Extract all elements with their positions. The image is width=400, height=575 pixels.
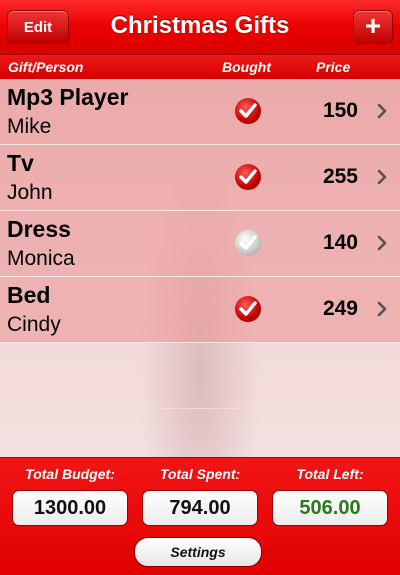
gift-price: 140 xyxy=(322,231,358,254)
column-header: Gift/Person Bought Price xyxy=(0,55,400,79)
gift-price: 249 xyxy=(322,297,358,320)
gift-row[interactable]: Dress Monica 140 xyxy=(0,211,400,277)
gift-price: 150 xyxy=(322,99,358,122)
bought-checkmark-icon[interactable] xyxy=(235,230,261,256)
column-price: Price xyxy=(316,59,351,75)
person-name: John xyxy=(7,181,53,204)
gift-name: Mp3 Player xyxy=(7,84,129,110)
person-name: Cindy xyxy=(7,313,61,336)
empty-row xyxy=(0,409,400,457)
column-bought: Bought xyxy=(222,59,271,75)
person-name: Monica xyxy=(7,247,75,270)
total-budget-field[interactable]: 1300.00 xyxy=(12,490,128,526)
person-name: Mike xyxy=(7,115,52,138)
chevron-right-icon[interactable] xyxy=(377,301,387,317)
add-gift-button[interactable]: + xyxy=(353,10,393,44)
gift-row[interactable]: Bed Cindy 249 xyxy=(0,277,400,343)
navigation-bar: Edit Christmas Gifts + xyxy=(0,0,400,55)
column-gift-person: Gift/Person xyxy=(8,59,84,75)
gift-name: Dress xyxy=(7,216,71,242)
gift-list: Mp3 Player Mike 150 Tv John 255 Dress Mo… xyxy=(0,79,400,457)
total-spent-field: 794.00 xyxy=(142,490,258,526)
gift-row[interactable]: Tv John 255 xyxy=(0,145,400,211)
settings-button[interactable]: Settings xyxy=(134,537,262,567)
page-title: Christmas Gifts xyxy=(110,12,290,39)
total-left-field: 506.00 xyxy=(272,490,388,526)
gift-name: Tv xyxy=(7,150,34,176)
total-left-label: Total Left: xyxy=(296,466,364,482)
gift-row[interactable]: Mp3 Player Mike 150 xyxy=(0,79,400,145)
total-budget-label: Total Budget: xyxy=(25,466,115,482)
bought-checkmark-icon[interactable] xyxy=(235,164,261,190)
chevron-right-icon[interactable] xyxy=(377,235,387,251)
chevron-right-icon[interactable] xyxy=(377,103,387,119)
total-spent-label: Total Spent: xyxy=(159,466,241,482)
empty-row xyxy=(0,343,400,409)
gift-name: Bed xyxy=(7,282,51,308)
gift-price: 255 xyxy=(322,165,358,188)
bought-checkmark-icon[interactable] xyxy=(235,296,261,322)
totals-panel: Total Budget: Total Spent: Total Left: 1… xyxy=(0,457,400,575)
bought-checkmark-icon[interactable] xyxy=(235,98,261,124)
chevron-right-icon[interactable] xyxy=(377,169,387,185)
